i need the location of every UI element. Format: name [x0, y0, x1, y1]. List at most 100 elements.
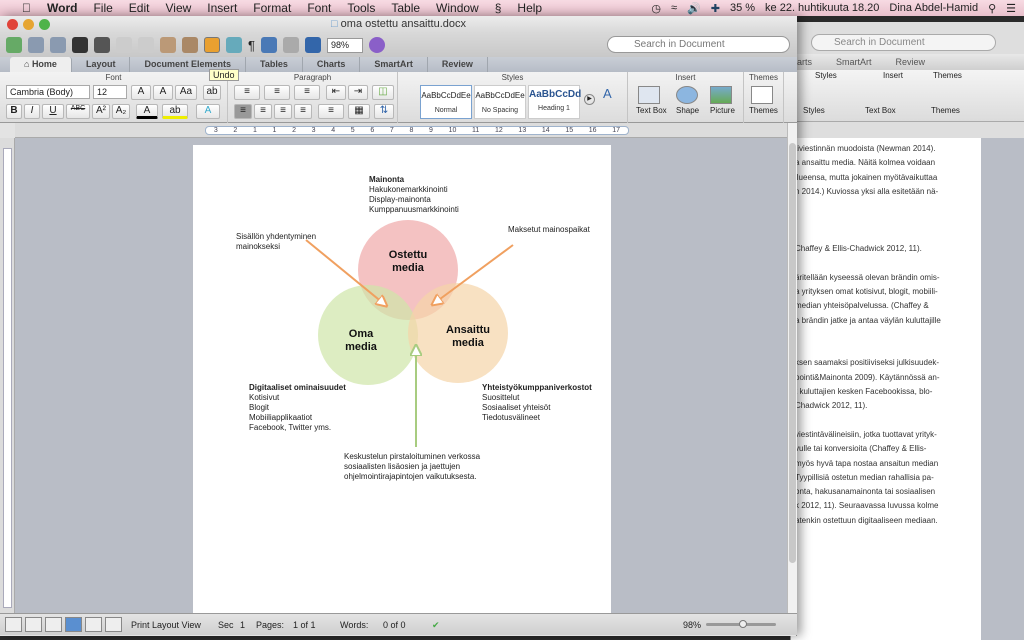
style-heading-1[interactable]: AaBbCcDd Heading 1 [528, 85, 581, 119]
text-effects-button[interactable]: A [196, 104, 220, 119]
sort-button[interactable]: ⇅ [374, 104, 394, 119]
menu-help[interactable]: Help [509, 1, 550, 15]
align-left-button[interactable]: ≡ [234, 104, 252, 119]
subscript-button[interactable]: A₂ [112, 104, 130, 119]
align-right-button[interactable]: ≡ [274, 104, 292, 119]
tab-home[interactable]: ⌂ Home [10, 57, 72, 72]
minimize-button[interactable] [23, 19, 34, 30]
user-name[interactable]: Dina Abdel-Hamid [889, 2, 978, 14]
new-document-icon[interactable] [6, 37, 22, 53]
format-painter-icon[interactable] [182, 37, 198, 53]
back-themes-button[interactable]: Themes [931, 106, 960, 115]
print-icon[interactable] [94, 37, 110, 53]
notebook-view-button[interactable] [85, 617, 102, 632]
print-layout-view-button[interactable] [65, 617, 82, 632]
cut-icon[interactable] [116, 37, 132, 53]
font-color-button[interactable]: A [136, 104, 158, 119]
zoom-button[interactable] [39, 19, 50, 30]
tab-layout[interactable]: Layout [72, 57, 131, 72]
change-case-button[interactable]: Aa [175, 85, 197, 100]
pilcrow-icon[interactable]: ¶ [248, 38, 255, 53]
styles-next-icon[interactable]: ▶ [584, 94, 595, 105]
close-button[interactable] [7, 19, 18, 30]
themes-button[interactable]: Themes [749, 106, 778, 115]
tab-smartart[interactable]: SmartArt [360, 57, 428, 72]
document-page[interactable]: Ostettu media Oma media Ansaittu media M… [193, 145, 611, 613]
grow-font-button[interactable]: A [131, 85, 151, 100]
template-gallery-icon[interactable] [28, 37, 44, 53]
tab-tables[interactable]: Tables [246, 57, 303, 72]
style-normal[interactable]: AaBbCcDdEe Normal [420, 85, 472, 119]
help-icon[interactable] [368, 37, 385, 53]
focus-view-button[interactable] [105, 617, 122, 632]
publishing-view-button[interactable] [45, 617, 62, 632]
highlight-button[interactable]: ab [162, 104, 188, 119]
zoom-slider-thumb[interactable] [739, 620, 747, 628]
menu-file[interactable]: File [85, 1, 120, 15]
wifi-icon[interactable]: ≈ [671, 2, 677, 14]
line-spacing-button[interactable]: ≡ [318, 104, 344, 119]
back-styles-button[interactable]: Styles [803, 106, 825, 115]
decrease-indent-button[interactable]: ⇤ [326, 85, 346, 100]
text-box-button[interactable]: Text Box [636, 106, 667, 115]
draft-view-button[interactable] [5, 617, 22, 632]
volume-icon[interactable]: 🔊 [687, 2, 701, 15]
superscript-button[interactable]: A² [92, 104, 110, 119]
notification-list-icon[interactable]: ☰ [1006, 2, 1016, 15]
increase-indent-button[interactable]: ⇥ [348, 85, 368, 100]
themes-icon[interactable] [751, 86, 773, 104]
sidebar-icon[interactable] [260, 37, 277, 53]
save-icon[interactable] [72, 37, 88, 53]
bold-button[interactable]: B [6, 104, 22, 119]
media-browser-icon[interactable] [304, 37, 321, 53]
tab-review[interactable]: Review [428, 57, 488, 72]
redo-icon[interactable] [226, 37, 242, 53]
menu-table[interactable]: Table [383, 1, 428, 15]
outline-view-button[interactable] [25, 617, 42, 632]
style-pane-icon[interactable]: A [603, 86, 612, 101]
picture-button[interactable]: Picture [710, 106, 735, 115]
justify-button[interactable]: ≡ [294, 104, 312, 119]
menu-insert[interactable]: Insert [199, 1, 245, 15]
text-box-icon[interactable] [638, 86, 660, 104]
paste-icon[interactable] [160, 37, 176, 53]
clock[interactable]: ke 22. huhtikuuta 18.20 [765, 2, 879, 14]
shrink-font-button[interactable]: A [153, 85, 173, 100]
italic-button[interactable]: I [24, 104, 40, 119]
horizontal-ruler[interactable]: 3 2 1 1 2 3 4 5 6 7 8 9 10 11 12 13 14 15 16 17 [15, 123, 787, 138]
font-size-select[interactable]: 12 [93, 85, 127, 99]
borders-button[interactable]: ▦ [348, 104, 370, 119]
strikethrough-button[interactable]: ABC [66, 104, 90, 119]
copy-icon[interactable] [138, 37, 154, 53]
spotlight-icon[interactable]: ⚲ [988, 2, 996, 15]
undo-icon[interactable] [204, 37, 220, 53]
menu-view[interactable]: View [157, 1, 199, 15]
battery-status[interactable]: 35 % [730, 2, 755, 14]
back-tab-review[interactable]: Review [896, 57, 926, 67]
clear-formatting-button[interactable]: ab [203, 85, 221, 100]
open-icon[interactable] [50, 37, 66, 53]
input-flag-icon[interactable]: ✚ [711, 2, 720, 15]
time-machine-icon[interactable]: ◷ [651, 2, 661, 15]
style-no-spacing[interactable]: AaBbCcDdEe No Spacing [474, 85, 526, 119]
search-input[interactable]: Search in Document [607, 36, 790, 53]
align-center-button[interactable]: ≡ [254, 104, 272, 119]
zoom-slider[interactable] [706, 620, 776, 628]
back-textbox-button[interactable]: Text Box [865, 106, 896, 115]
menu-edit[interactable]: Edit [121, 1, 158, 15]
zoom-select[interactable]: 98% [326, 37, 363, 53]
menu-tools[interactable]: Tools [339, 1, 383, 15]
scroll-thumb[interactable] [789, 143, 796, 563]
script-icon[interactable]: § [487, 1, 510, 15]
menu-app[interactable]: Word [39, 1, 85, 15]
menu-font[interactable]: Font [299, 1, 339, 15]
back-tab-charts[interactable]: arts [797, 57, 812, 67]
apple-icon[interactable]:  [14, 1, 39, 15]
underline-button[interactable]: U [42, 104, 64, 119]
shape-button[interactable]: Shape [676, 106, 699, 115]
bullets-button[interactable]: ≡ [234, 85, 260, 100]
tab-charts[interactable]: Charts [303, 57, 361, 72]
vertical-ruler[interactable] [0, 138, 15, 613]
multilevel-list-button[interactable]: ≡ [294, 85, 320, 100]
vertical-scrollbar[interactable] [787, 123, 797, 613]
